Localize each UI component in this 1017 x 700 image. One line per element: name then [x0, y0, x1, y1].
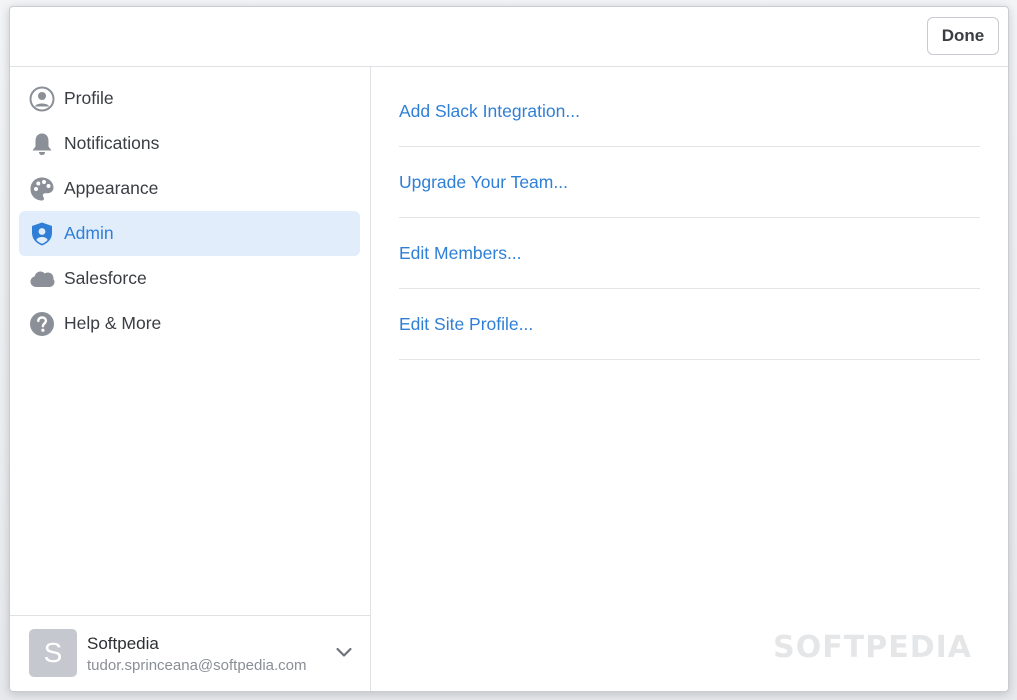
- person-circle-icon: [29, 86, 55, 112]
- sidebar-nav: Profile Notifications Appearance Admin S…: [19, 76, 360, 346]
- sidebar-item-label: Appearance: [64, 178, 159, 198]
- sidebar-item-label: Admin: [64, 223, 114, 243]
- sidebar-item-salesforce[interactable]: Salesforce: [19, 256, 360, 301]
- sidebar-item-appearance[interactable]: Appearance: [19, 166, 360, 211]
- question-circle-icon: [29, 311, 55, 337]
- settings-dialog: Done Profile Notifications Appearance Ad…: [9, 6, 1009, 692]
- watermark: SOFTPEDIA: [773, 630, 972, 665]
- account-email: tudor.sprinceana@softpedia.com: [87, 657, 307, 674]
- admin-panel: Add Slack Integration... Upgrade Your Te…: [371, 67, 1008, 691]
- sidebar-item-label: Profile: [64, 88, 114, 108]
- dialog-header: Done: [10, 7, 1008, 67]
- list-item: Edit Members...: [399, 218, 980, 289]
- sidebar-item-profile[interactable]: Profile: [19, 76, 360, 121]
- chevron-down-icon[interactable]: [334, 642, 354, 662]
- admin-links: Add Slack Integration... Upgrade Your Te…: [399, 76, 980, 360]
- palette-icon: [29, 176, 55, 202]
- edit-members-link[interactable]: Edit Members...: [399, 243, 522, 264]
- sidebar-item-admin[interactable]: Admin: [19, 211, 360, 256]
- sidebar-item-label: Salesforce: [64, 268, 147, 288]
- done-button[interactable]: Done: [927, 17, 999, 55]
- account-name: Softpedia: [87, 634, 159, 653]
- avatar: S: [29, 629, 77, 677]
- upgrade-team-link[interactable]: Upgrade Your Team...: [399, 172, 568, 193]
- list-item: Upgrade Your Team...: [399, 147, 980, 218]
- list-item: Add Slack Integration...: [399, 76, 980, 147]
- cloud-icon: [29, 266, 55, 292]
- add-slack-integration-link[interactable]: Add Slack Integration...: [399, 101, 580, 122]
- sidebar-item-notifications[interactable]: Notifications: [19, 121, 360, 166]
- account-switcher[interactable]: S Softpedia tudor.sprinceana@softpedia.c…: [10, 615, 370, 691]
- sidebar-item-help[interactable]: Help & More: [19, 301, 360, 346]
- sidebar-item-label: Help & More: [64, 313, 162, 333]
- edit-site-profile-link[interactable]: Edit Site Profile...: [399, 314, 533, 335]
- bell-icon: [29, 131, 55, 157]
- settings-sidebar: Profile Notifications Appearance Admin S…: [10, 67, 371, 691]
- sidebar-item-label: Notifications: [64, 133, 160, 153]
- shield-user-icon: [29, 221, 55, 247]
- list-item: Edit Site Profile...: [399, 289, 980, 360]
